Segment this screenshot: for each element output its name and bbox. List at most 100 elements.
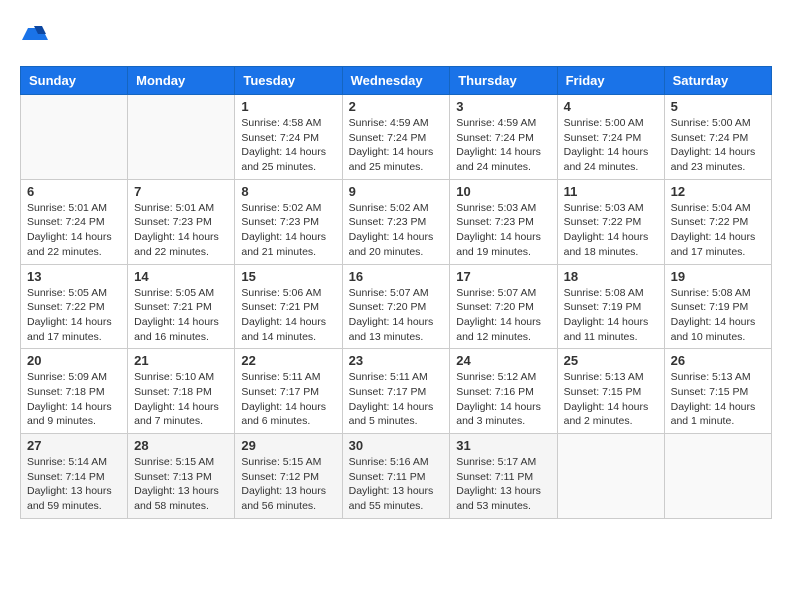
calendar-cell: 12 Sunrise: 5:04 AMSunset: 7:22 PMDayligh… xyxy=(664,179,771,264)
weekday-header-thursday: Thursday xyxy=(450,67,557,95)
day-number: 9 xyxy=(349,184,444,199)
day-number: 22 xyxy=(241,353,335,368)
weekday-header-tuesday: Tuesday xyxy=(235,67,342,95)
calendar-cell: 4 Sunrise: 5:00 AMSunset: 7:24 PMDaylight… xyxy=(557,95,664,180)
cell-info: Sunrise: 5:02 AMSunset: 7:23 PMDaylight:… xyxy=(349,201,444,260)
day-number: 24 xyxy=(456,353,550,368)
calendar-week-row: 27 Sunrise: 5:14 AMSunset: 7:14 PMDayligh… xyxy=(21,434,772,519)
day-number: 13 xyxy=(27,269,121,284)
day-number: 4 xyxy=(564,99,658,114)
day-number: 11 xyxy=(564,184,658,199)
calendar-cell: 24 Sunrise: 5:12 AMSunset: 7:16 PMDayligh… xyxy=(450,349,557,434)
day-number: 25 xyxy=(564,353,658,368)
logo xyxy=(20,20,54,50)
calendar-cell: 26 Sunrise: 5:13 AMSunset: 7:15 PMDayligh… xyxy=(664,349,771,434)
cell-info: Sunrise: 5:04 AMSunset: 7:22 PMDaylight:… xyxy=(671,201,765,260)
cell-info: Sunrise: 5:14 AMSunset: 7:14 PMDaylight:… xyxy=(27,455,121,514)
calendar-cell: 31 Sunrise: 5:17 AMSunset: 7:11 PMDayligh… xyxy=(450,434,557,519)
calendar-cell xyxy=(557,434,664,519)
cell-info: Sunrise: 4:59 AMSunset: 7:24 PMDaylight:… xyxy=(456,116,550,175)
day-number: 15 xyxy=(241,269,335,284)
cell-info: Sunrise: 5:16 AMSunset: 7:11 PMDaylight:… xyxy=(349,455,444,514)
cell-info: Sunrise: 5:05 AMSunset: 7:22 PMDaylight:… xyxy=(27,286,121,345)
calendar-week-row: 6 Sunrise: 5:01 AMSunset: 7:24 PMDaylight… xyxy=(21,179,772,264)
day-number: 26 xyxy=(671,353,765,368)
calendar-cell: 11 Sunrise: 5:03 AMSunset: 7:22 PMDayligh… xyxy=(557,179,664,264)
cell-info: Sunrise: 5:01 AMSunset: 7:24 PMDaylight:… xyxy=(27,201,121,260)
calendar-cell xyxy=(664,434,771,519)
weekday-header-friday: Friday xyxy=(557,67,664,95)
cell-info: Sunrise: 5:01 AMSunset: 7:23 PMDaylight:… xyxy=(134,201,228,260)
calendar-cell: 29 Sunrise: 5:15 AMSunset: 7:12 PMDayligh… xyxy=(235,434,342,519)
calendar-cell: 19 Sunrise: 5:08 AMSunset: 7:19 PMDayligh… xyxy=(664,264,771,349)
day-number: 31 xyxy=(456,438,550,453)
calendar-cell: 14Sunrise: 5:05 AMSunset: 7:21 PMDayligh… xyxy=(128,264,235,349)
weekday-header-sunday: Sunday xyxy=(21,67,128,95)
calendar-cell: 30 Sunrise: 5:16 AMSunset: 7:11 PMDayligh… xyxy=(342,434,450,519)
cell-info: Sunrise: 4:59 AMSunset: 7:24 PMDaylight:… xyxy=(349,116,444,175)
cell-info: Sunrise: 5:13 AMSunset: 7:15 PMDaylight:… xyxy=(671,370,765,429)
day-number: 2 xyxy=(349,99,444,114)
calendar-week-row: 13 Sunrise: 5:05 AMSunset: 7:22 PMDayligh… xyxy=(21,264,772,349)
day-number: 19 xyxy=(671,269,765,284)
cell-info: Sunrise: 4:58 AMSunset: 7:24 PMDaylight:… xyxy=(241,116,335,175)
cell-info: Sunrise: 5:11 AMSunset: 7:17 PMDaylight:… xyxy=(241,370,335,429)
cell-info: Sunrise: 5:10 AMSunset: 7:18 PMDaylight:… xyxy=(134,370,228,429)
calendar-cell: 2 Sunrise: 4:59 AMSunset: 7:24 PMDaylight… xyxy=(342,95,450,180)
day-number: 18 xyxy=(564,269,658,284)
day-number: 14 xyxy=(134,269,228,284)
calendar-cell: 28 Sunrise: 5:15 AMSunset: 7:13 PMDayligh… xyxy=(128,434,235,519)
weekday-header-wednesday: Wednesday xyxy=(342,67,450,95)
calendar-cell: 6 Sunrise: 5:01 AMSunset: 7:24 PMDaylight… xyxy=(21,179,128,264)
day-number: 30 xyxy=(349,438,444,453)
calendar-cell: 16 Sunrise: 5:07 AMSunset: 7:20 PMDayligh… xyxy=(342,264,450,349)
cell-info: Sunrise: 5:13 AMSunset: 7:15 PMDaylight:… xyxy=(564,370,658,429)
calendar-cell: 27 Sunrise: 5:14 AMSunset: 7:14 PMDayligh… xyxy=(21,434,128,519)
calendar-cell: 13 Sunrise: 5:05 AMSunset: 7:22 PMDayligh… xyxy=(21,264,128,349)
cell-info: Sunrise: 5:03 AMSunset: 7:23 PMDaylight:… xyxy=(456,201,550,260)
calendar-cell: 18 Sunrise: 5:08 AMSunset: 7:19 PMDayligh… xyxy=(557,264,664,349)
calendar-week-row: 1 Sunrise: 4:58 AMSunset: 7:24 PMDaylight… xyxy=(21,95,772,180)
cell-info: Sunrise: 5:12 AMSunset: 7:16 PMDaylight:… xyxy=(456,370,550,429)
cell-info: Sunrise: 5:07 AMSunset: 7:20 PMDaylight:… xyxy=(349,286,444,345)
day-number: 12 xyxy=(671,184,765,199)
day-number: 16 xyxy=(349,269,444,284)
cell-info: Sunrise: 5:17 AMSunset: 7:11 PMDaylight:… xyxy=(456,455,550,514)
cell-info: Sunrise: 5:11 AMSunset: 7:17 PMDaylight:… xyxy=(349,370,444,429)
weekday-header-saturday: Saturday xyxy=(664,67,771,95)
day-number: 27 xyxy=(27,438,121,453)
calendar-cell: 10Sunrise: 5:03 AMSunset: 7:23 PMDayligh… xyxy=(450,179,557,264)
cell-info: Sunrise: 5:15 AMSunset: 7:12 PMDaylight:… xyxy=(241,455,335,514)
cell-info: Sunrise: 5:08 AMSunset: 7:19 PMDaylight:… xyxy=(564,286,658,345)
cell-info: Sunrise: 5:02 AMSunset: 7:23 PMDaylight:… xyxy=(241,201,335,260)
calendar-cell: 25 Sunrise: 5:13 AMSunset: 7:15 PMDayligh… xyxy=(557,349,664,434)
calendar-cell xyxy=(21,95,128,180)
weekday-header-monday: Monday xyxy=(128,67,235,95)
calendar-cell: 21 Sunrise: 5:10 AMSunset: 7:18 PMDayligh… xyxy=(128,349,235,434)
cell-info: Sunrise: 5:03 AMSunset: 7:22 PMDaylight:… xyxy=(564,201,658,260)
calendar-cell: 9 Sunrise: 5:02 AMSunset: 7:23 PMDaylight… xyxy=(342,179,450,264)
page-header xyxy=(20,20,772,50)
day-number: 21 xyxy=(134,353,228,368)
calendar-cell: 5Sunrise: 5:00 AMSunset: 7:24 PMDaylight… xyxy=(664,95,771,180)
cell-info: Sunrise: 5:00 AMSunset: 7:24 PMDaylight:… xyxy=(564,116,658,175)
day-number: 6 xyxy=(27,184,121,199)
weekday-header-row: SundayMondayTuesdayWednesdayThursdayFrid… xyxy=(21,67,772,95)
calendar-table: SundayMondayTuesdayWednesdayThursdayFrid… xyxy=(20,66,772,519)
day-number: 8 xyxy=(241,184,335,199)
cell-info: Sunrise: 5:08 AMSunset: 7:19 PMDaylight:… xyxy=(671,286,765,345)
day-number: 28 xyxy=(134,438,228,453)
day-number: 7 xyxy=(134,184,228,199)
day-number: 23 xyxy=(349,353,444,368)
calendar-cell: 15Sunrise: 5:06 AMSunset: 7:21 PMDayligh… xyxy=(235,264,342,349)
day-number: 29 xyxy=(241,438,335,453)
calendar-cell: 3Sunrise: 4:59 AMSunset: 7:24 PMDaylight… xyxy=(450,95,557,180)
calendar-cell xyxy=(128,95,235,180)
cell-info: Sunrise: 5:00 AMSunset: 7:24 PMDaylight:… xyxy=(671,116,765,175)
calendar-cell: 23 Sunrise: 5:11 AMSunset: 7:17 PMDayligh… xyxy=(342,349,450,434)
cell-info: Sunrise: 5:15 AMSunset: 7:13 PMDaylight:… xyxy=(134,455,228,514)
day-number: 1 xyxy=(241,99,335,114)
calendar-cell: 20 Sunrise: 5:09 AMSunset: 7:18 PMDayligh… xyxy=(21,349,128,434)
cell-info: Sunrise: 5:09 AMSunset: 7:18 PMDaylight:… xyxy=(27,370,121,429)
day-number: 20 xyxy=(27,353,121,368)
